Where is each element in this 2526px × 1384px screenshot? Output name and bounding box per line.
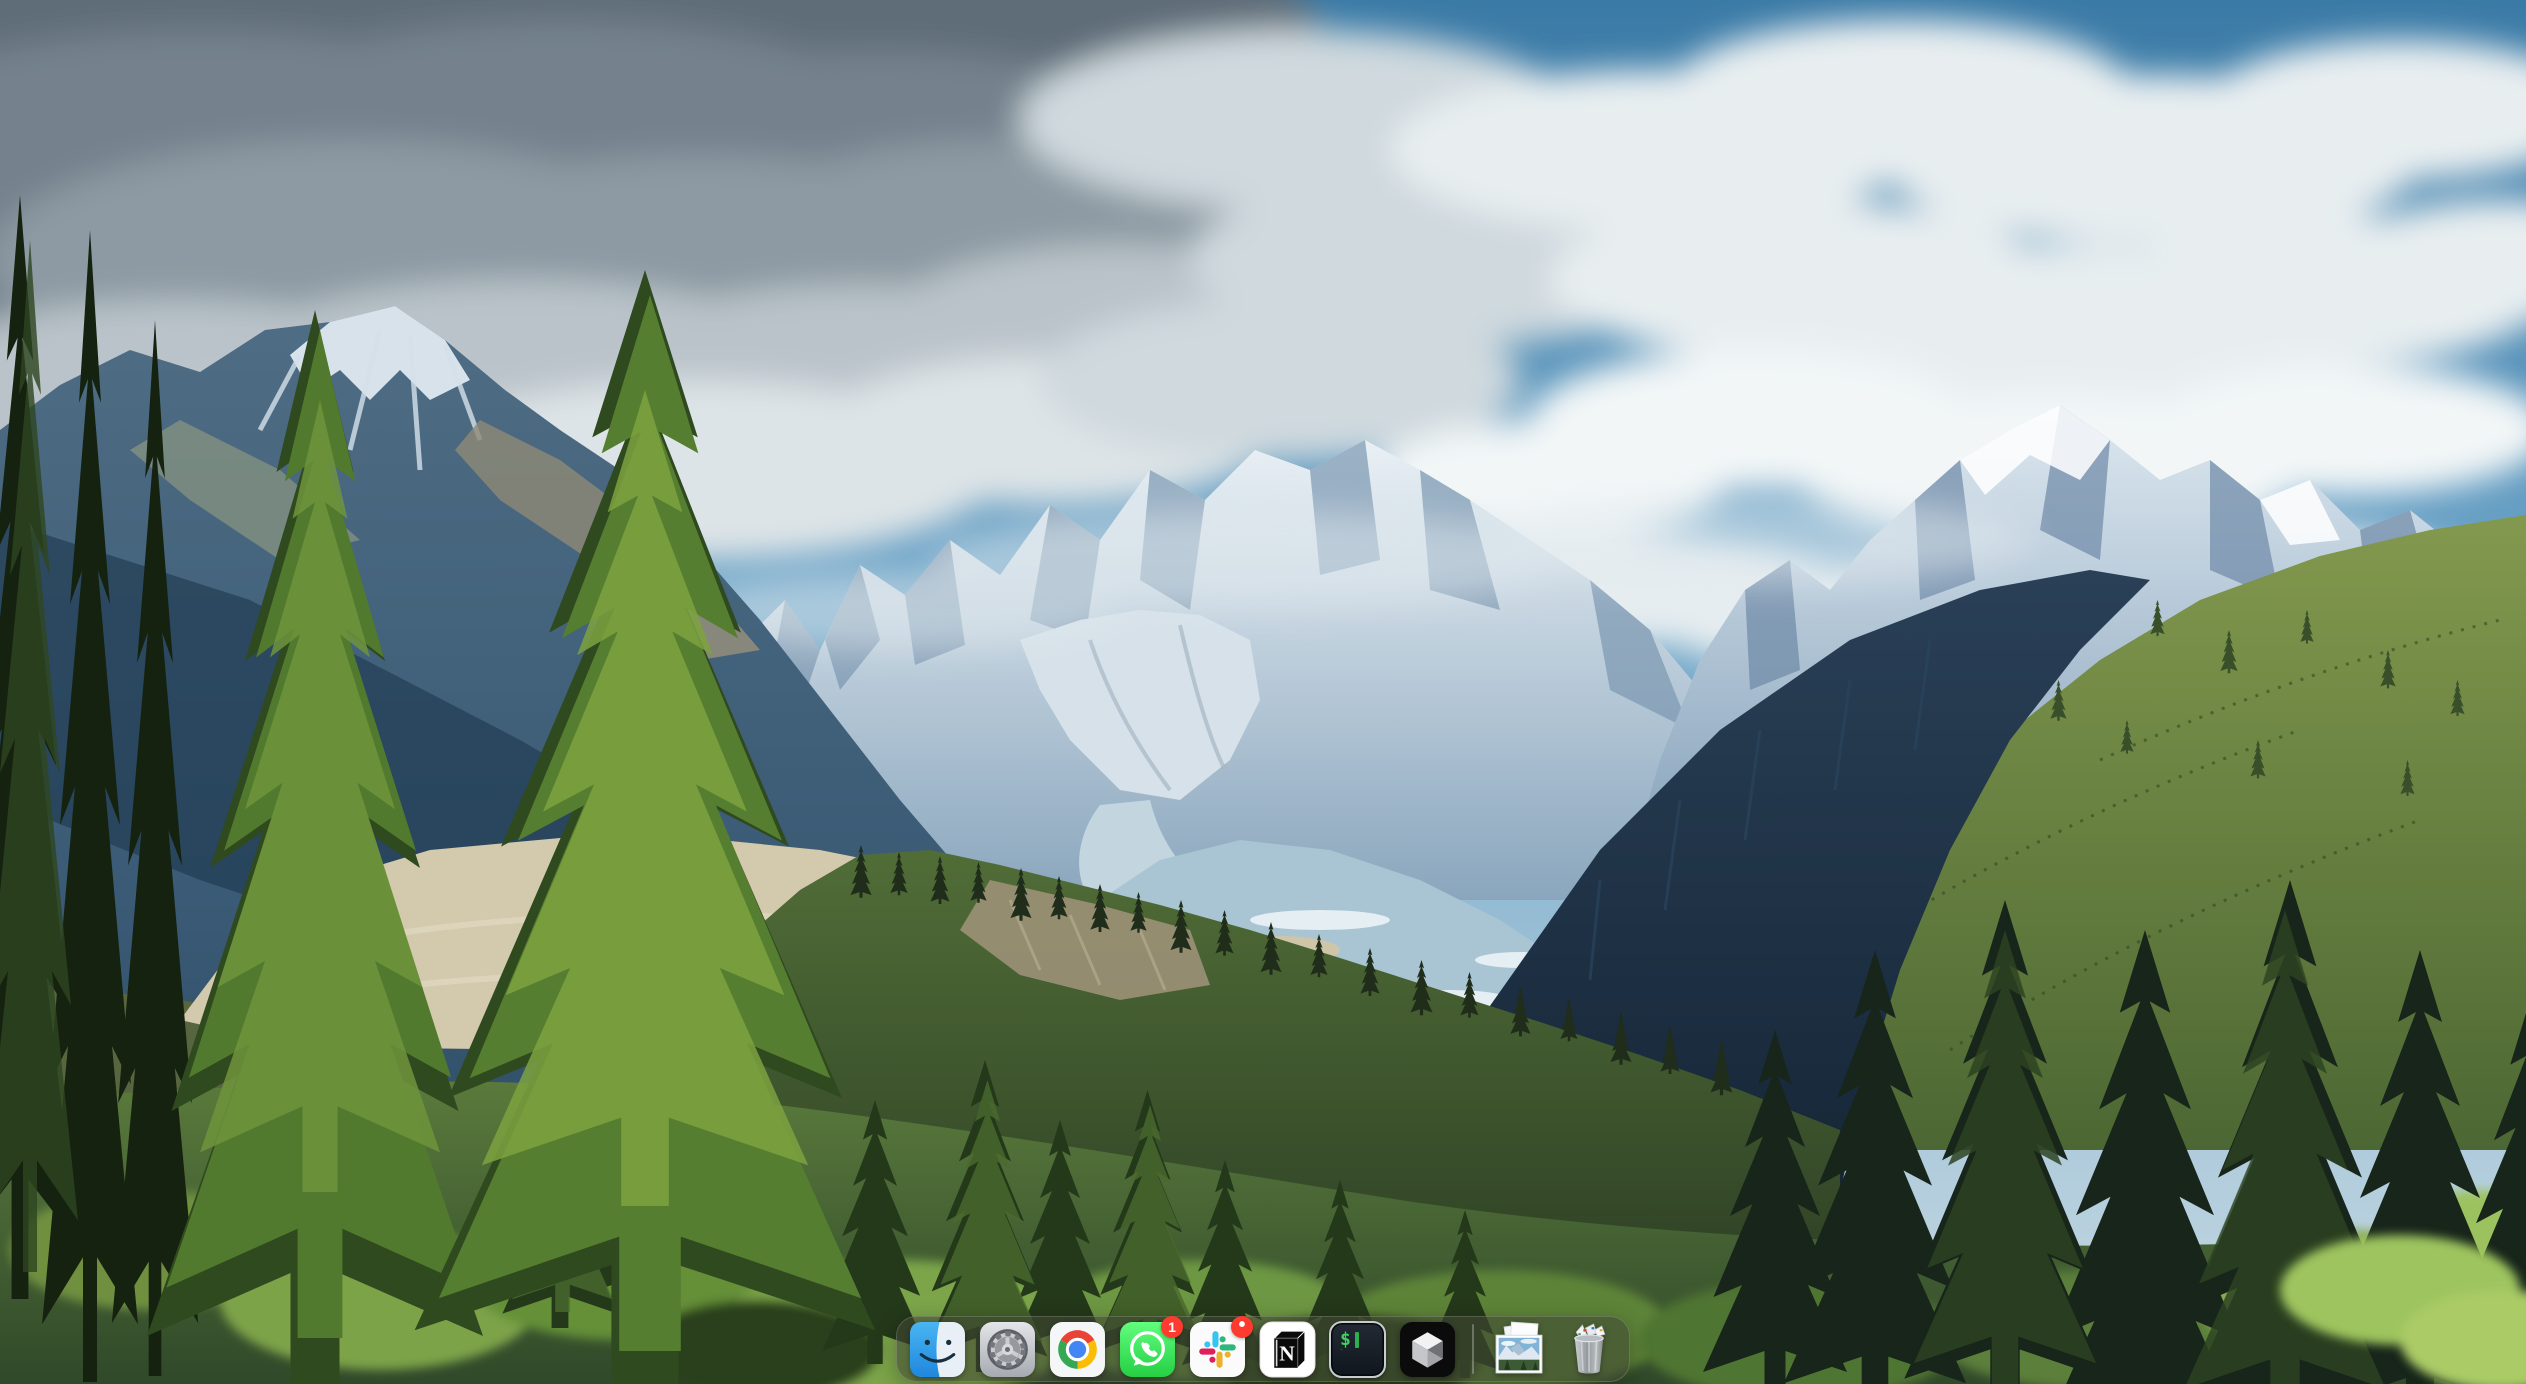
downloads-photo-stack-icon bbox=[1490, 1321, 1547, 1378]
whatsapp-badge: 1 bbox=[1161, 1316, 1183, 1338]
gear-icon bbox=[979, 1321, 1036, 1378]
dock-separator bbox=[1472, 1324, 1474, 1374]
finder-icon bbox=[909, 1321, 966, 1378]
slack-dock-item[interactable]: • bbox=[1189, 1321, 1246, 1378]
notion-icon: N bbox=[1259, 1321, 1316, 1378]
cursor-dock-item[interactable] bbox=[1399, 1321, 1456, 1378]
notion-dock-item[interactable]: N bbox=[1259, 1321, 1316, 1378]
slack-badge: • bbox=[1231, 1316, 1253, 1338]
chrome-dock-item[interactable] bbox=[1049, 1321, 1106, 1378]
dock: 1 • N bbox=[896, 1316, 1630, 1382]
downloads-stack-item[interactable] bbox=[1490, 1321, 1547, 1378]
wallpaper-image bbox=[0, 0, 2526, 1384]
finder-dock-item[interactable] bbox=[909, 1321, 966, 1378]
cursor-icon bbox=[1399, 1321, 1456, 1378]
whatsapp-dock-item[interactable]: 1 bbox=[1119, 1321, 1176, 1378]
trash-full-icon bbox=[1560, 1321, 1617, 1378]
terminal-prompt: $ bbox=[1340, 1329, 1351, 1350]
trash-icon-item[interactable] bbox=[1560, 1321, 1617, 1378]
terminal-dock-item[interactable]: $ bbox=[1329, 1321, 1386, 1378]
chrome-icon bbox=[1049, 1321, 1106, 1378]
terminal-icon: $ bbox=[1329, 1321, 1386, 1378]
terminal-caret bbox=[1355, 1332, 1359, 1348]
notion-letter: N bbox=[1279, 1341, 1295, 1365]
system-settings-dock-item[interactable] bbox=[979, 1321, 1036, 1378]
